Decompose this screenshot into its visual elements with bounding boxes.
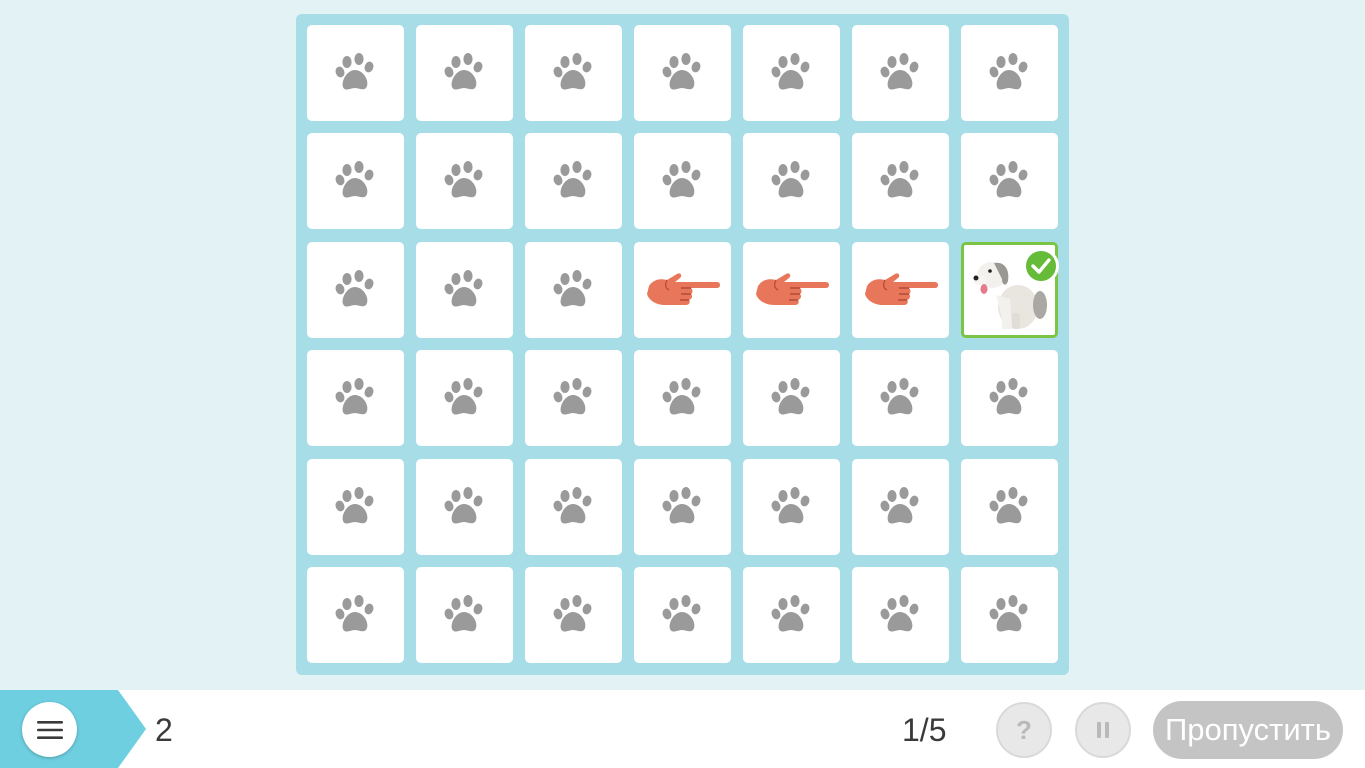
progress-counter: 1/5 [902, 712, 947, 748]
pause-icon [1097, 722, 1109, 738]
board-cell-hand[interactable] [743, 241, 840, 338]
board-cell-paw[interactable] [307, 25, 404, 121]
paw-icon [989, 378, 1027, 415]
board-cell-paw[interactable] [852, 133, 949, 230]
pointing-hand-icon [755, 273, 829, 305]
help-button[interactable]: ? [996, 702, 1052, 758]
board-cell-paw[interactable] [525, 350, 622, 447]
board-cell-hand[interactable] [634, 241, 731, 338]
board-cell-paw[interactable] [634, 458, 731, 555]
board-cell-paw[interactable] [634, 25, 731, 121]
paw-icon [989, 595, 1027, 632]
paw-icon [662, 595, 700, 632]
board-cell-paw[interactable] [743, 350, 840, 447]
menu-button[interactable] [22, 702, 77, 757]
board-cell-paw[interactable] [307, 567, 404, 663]
board-cell-paw[interactable] [961, 133, 1058, 230]
board-cell-paw[interactable] [743, 133, 840, 230]
paw-icon [771, 161, 809, 198]
level-number: 2 [155, 712, 173, 748]
game-screen: 2 1/5 ? Пропустить [0, 0, 1365, 768]
paw-icon [444, 269, 482, 307]
paw-icon [989, 486, 1027, 524]
paw-icon [880, 486, 918, 524]
paw-icon [880, 595, 918, 632]
board-cell-paw[interactable] [416, 241, 513, 338]
paw-icon [553, 161, 591, 198]
paw-icon [335, 161, 373, 198]
board-cell-paw[interactable] [416, 458, 513, 555]
pointing-hand-icon [864, 273, 938, 305]
paw-icon [444, 595, 482, 632]
board-cell-paw[interactable] [961, 25, 1058, 121]
board-cell-paw[interactable] [634, 133, 731, 230]
board-cell-paw[interactable] [743, 458, 840, 555]
paw-icon [880, 53, 918, 90]
paw-icon [444, 486, 482, 524]
board-cell-paw[interactable] [525, 241, 622, 338]
board-cell-paw[interactable] [525, 567, 622, 663]
paw-icon [335, 595, 373, 632]
board-cell-paw[interactable] [525, 458, 622, 555]
paw-icon [662, 486, 700, 524]
board-cell-paw[interactable] [743, 567, 840, 663]
check-icon [1031, 258, 1051, 274]
paw-icon [553, 53, 591, 90]
paw-icon [880, 378, 918, 415]
paw-icon [771, 53, 809, 90]
paw-icon [553, 595, 591, 632]
board-cell-paw[interactable] [961, 458, 1058, 555]
board-cell-paw[interactable] [307, 458, 404, 555]
board-cell-paw[interactable] [416, 25, 513, 121]
pointing-hand-icon [646, 273, 720, 305]
board-cell-paw[interactable] [416, 567, 513, 663]
board-cell-paw[interactable] [307, 350, 404, 447]
paw-icon [771, 595, 809, 632]
paw-icon [335, 486, 373, 524]
board-cell-paw[interactable] [852, 25, 949, 121]
board-cell-paw[interactable] [525, 133, 622, 230]
board-cell-paw[interactable] [961, 350, 1058, 447]
board-cell-hand[interactable] [852, 241, 949, 338]
paw-icon [662, 53, 700, 90]
board-cell-paw[interactable] [416, 133, 513, 230]
paw-icon [444, 53, 482, 90]
paw-icon [989, 161, 1027, 198]
paw-icon [662, 161, 700, 198]
bottom-bar: 2 1/5 ? Пропустить [0, 690, 1365, 768]
skip-button[interactable]: Пропустить [1153, 701, 1343, 759]
paw-icon [880, 161, 918, 198]
paw-icon [662, 378, 700, 415]
paw-icon [335, 269, 373, 307]
paw-icon [444, 161, 482, 198]
board-cell-paw[interactable] [307, 133, 404, 230]
board-cell-paw[interactable] [852, 350, 949, 447]
check-badge [1023, 247, 1059, 284]
help-label: ? [1016, 714, 1032, 745]
paw-icon [444, 378, 482, 415]
paw-icon [553, 486, 591, 524]
paw-icon [335, 378, 373, 415]
board-cell-paw[interactable] [852, 567, 949, 663]
paw-icon [335, 53, 373, 90]
board-cell-paw[interactable] [634, 567, 731, 663]
board-cell-dog[interactable] [961, 241, 1059, 338]
board-cell-paw[interactable] [416, 350, 513, 447]
board-cell-paw[interactable] [743, 25, 840, 121]
hamburger-icon [36, 720, 63, 739]
paw-icon [553, 269, 591, 307]
board-cell-paw[interactable] [634, 350, 731, 447]
board-cell-paw[interactable] [961, 567, 1058, 663]
game-board [296, 14, 1069, 675]
board-cell-paw[interactable] [307, 241, 404, 338]
pause-button[interactable] [1075, 702, 1131, 758]
paw-icon [771, 378, 809, 415]
paw-icon [771, 486, 809, 524]
paw-icon [989, 53, 1027, 90]
paw-icon [553, 378, 591, 415]
board-cell-paw[interactable] [852, 458, 949, 555]
board-cell-paw[interactable] [525, 25, 622, 121]
